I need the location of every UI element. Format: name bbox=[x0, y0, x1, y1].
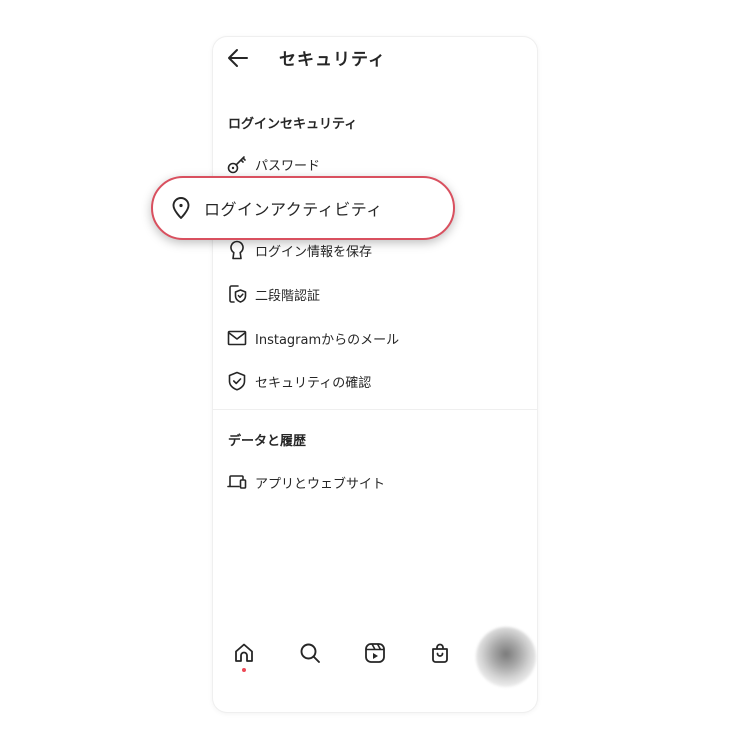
nav-home[interactable] bbox=[230, 641, 258, 672]
menu-item-label: アプリとウェブサイト bbox=[255, 476, 386, 492]
phone-shield-icon bbox=[226, 283, 248, 305]
menu-item-label: ログイン情報を保存 bbox=[255, 244, 373, 260]
menu-item-label: パスワード bbox=[255, 158, 321, 174]
back-button[interactable] bbox=[225, 45, 251, 71]
menu-item-label: 二段階認証 bbox=[255, 288, 321, 304]
arrow-left-icon bbox=[228, 49, 248, 67]
shop-icon bbox=[432, 643, 448, 663]
nav-search[interactable] bbox=[296, 641, 324, 671]
section-divider bbox=[213, 409, 537, 410]
settings-screen: セキュリティ ログインセキュリティ パスワード ログイン情報を保存 二段階認証 … bbox=[213, 37, 537, 712]
menu-item-emails[interactable]: Instagramからのメール bbox=[226, 323, 527, 353]
section-title-login-security: ログインセキュリティ bbox=[228, 117, 358, 132]
header: セキュリティ bbox=[213, 37, 537, 77]
menu-item-password[interactable]: パスワード bbox=[226, 149, 527, 179]
section-title-data-history: データと履歴 bbox=[228, 434, 307, 449]
menu-item-label: Instagramからのメール bbox=[255, 332, 400, 348]
location-pin-icon bbox=[168, 195, 194, 221]
menu-item-label: セキュリティの確認 bbox=[255, 375, 372, 391]
bottom-navigation bbox=[213, 627, 537, 687]
profile-avatar[interactable] bbox=[476, 627, 536, 687]
devices-icon bbox=[226, 471, 248, 493]
mail-icon bbox=[226, 327, 248, 349]
nav-reels[interactable] bbox=[361, 641, 389, 671]
nav-shop[interactable] bbox=[426, 641, 454, 671]
reels-icon bbox=[365, 643, 385, 663]
notification-dot bbox=[242, 668, 246, 672]
page-title: セキュリティ bbox=[279, 50, 386, 70]
menu-item-two-factor[interactable]: 二段階認証 bbox=[226, 279, 527, 309]
home-icon bbox=[235, 643, 253, 662]
menu-item-security-checkup[interactable]: セキュリティの確認 bbox=[226, 366, 527, 396]
search-icon bbox=[300, 643, 320, 663]
key-icon bbox=[226, 153, 248, 175]
menu-item-apps-websites[interactable]: アプリとウェブサイト bbox=[226, 467, 527, 497]
menu-item-login-activity[interactable]: ログインアクティビティ bbox=[151, 176, 455, 240]
shield-check-icon bbox=[226, 370, 248, 392]
keyhole-icon bbox=[226, 239, 248, 261]
menu-item-label: ログインアクティビティ bbox=[204, 200, 383, 219]
